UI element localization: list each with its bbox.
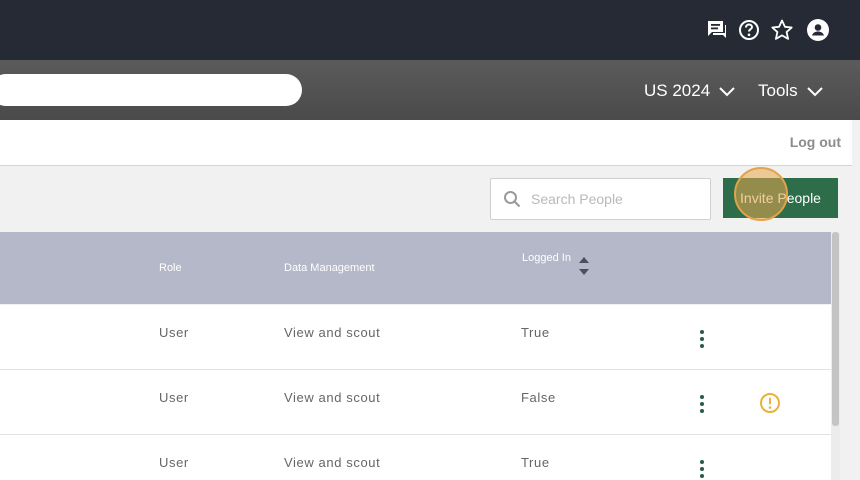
invite-people-button[interactable]: Invite People [723, 178, 838, 218]
feedback-icon[interactable] [704, 17, 730, 43]
tools-dropdown[interactable]: Tools [758, 79, 824, 103]
sort-icon[interactable] [578, 255, 590, 277]
nav-bar: US 2024 Tools [0, 60, 860, 120]
tools-dropdown-label: Tools [758, 81, 798, 100]
help-icon[interactable] [736, 17, 762, 43]
cell-logged-in: True [521, 325, 550, 340]
cell-logged-in: False [521, 390, 556, 405]
people-search-field[interactable] [490, 178, 711, 220]
chevron-down-icon [806, 87, 823, 97]
column-header-data-management: Data Management [284, 262, 375, 274]
season-dropdown[interactable]: US 2024 [644, 79, 736, 103]
logout-link[interactable]: Log out [790, 134, 841, 150]
table-row[interactable]: User View and scout False [0, 370, 831, 435]
people-table-header: Role Data Management Logged In [0, 232, 831, 304]
page-scrollbar-gutter [852, 120, 860, 480]
table-row[interactable]: User View and scout True [0, 435, 831, 480]
people-search-input[interactable] [531, 191, 701, 207]
chevron-down-icon [719, 87, 735, 97]
global-search-input[interactable] [0, 74, 302, 106]
sub-bar: Log out [0, 120, 852, 166]
cell-data-management: View and scout [284, 325, 381, 340]
cell-data-management: View and scout [284, 390, 381, 405]
cell-role: User [159, 455, 189, 470]
cell-role: User [159, 390, 189, 405]
top-bar [0, 0, 860, 60]
cell-data-management: View and scout [284, 455, 381, 470]
table-scrollbar-thumb[interactable] [832, 232, 839, 426]
column-header-logged-in[interactable]: Logged In [522, 252, 571, 264]
column-header-role: Role [159, 262, 182, 274]
search-icon [504, 191, 521, 208]
more-options-icon[interactable] [694, 457, 710, 480]
account-icon[interactable] [805, 17, 831, 43]
season-dropdown-label: US 2024 [644, 81, 711, 100]
more-options-icon[interactable] [694, 327, 710, 351]
star-icon[interactable] [769, 17, 795, 43]
cell-role: User [159, 325, 189, 340]
table-row[interactable]: User View and scout True [0, 305, 831, 370]
warning-icon[interactable] [759, 392, 781, 414]
cell-logged-in: True [521, 455, 550, 470]
more-options-icon[interactable] [694, 392, 710, 416]
